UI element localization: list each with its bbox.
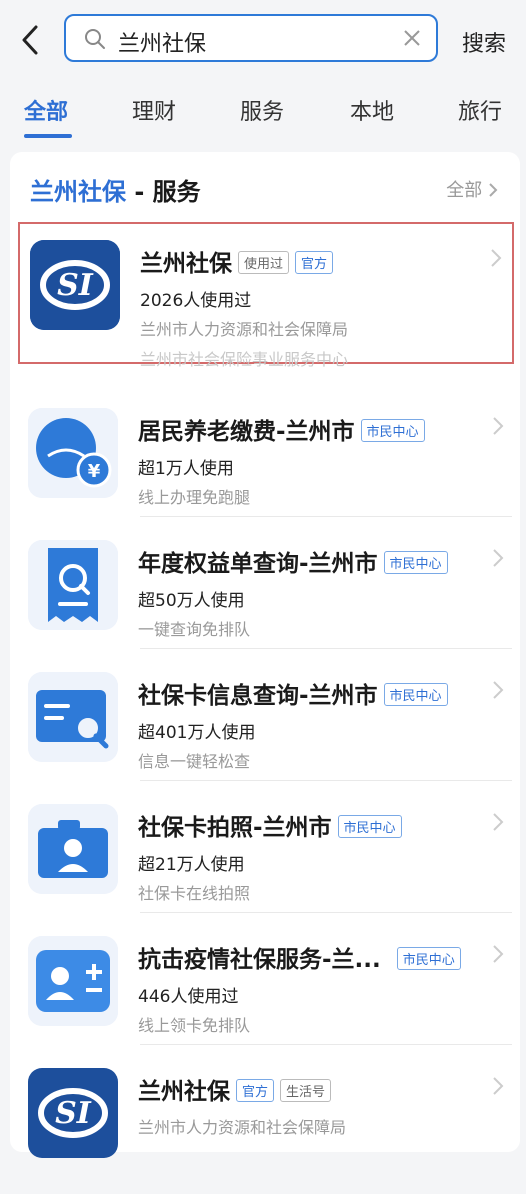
camera-person-icon [28, 804, 118, 894]
citizen-center-badge: 市民中心 [383, 683, 448, 706]
tab-indicator [24, 134, 72, 138]
usage-count: 超1万人使用 [138, 459, 234, 479]
search-button[interactable]: 搜索 [462, 26, 506, 58]
svg-text:SI: SI [55, 1096, 92, 1131]
service-item-epidemic[interactable]: 抗击疫情社保服务-兰... 市民中心 446人使用过 线上领卡免排队 [18, 920, 514, 1062]
results-card: 兰州社保 - 服务 全部 SI 兰州社保 使用过 官方 2026人使用过 兰州市人力… [10, 152, 520, 1158]
chevron-right-icon [493, 549, 504, 567]
service-item-lanzhou-shebao-lifeaccount[interactable]: SI 兰州社保 官方 生活号 兰州市人力资源和社会保障局 [18, 1052, 514, 1194]
service-item-pension[interactable]: ¥ 居民养老缴费-兰州市 市民中心 超1万人使用 线上办理免跑腿 [18, 392, 514, 534]
provider: 兰州市人力资源和社会保障局 [138, 1118, 347, 1137]
si-logo-icon: SI [28, 1068, 118, 1158]
citizen-center-badge: 市民中心 [360, 419, 425, 442]
provider-secondary: 兰州市社会保险事业服务中心 [140, 350, 349, 369]
chevron-left-icon [22, 25, 38, 55]
item-description: 线上领卡免排队 [138, 1016, 251, 1035]
tab-local[interactable]: 本地 [350, 94, 394, 126]
divider [140, 648, 512, 649]
item-description: 信息一键轻松查 [138, 752, 251, 771]
divider [140, 516, 512, 517]
service-item-lanzhou-shebao[interactable]: SI 兰州社保 使用过 官方 2026人使用过 兰州市人力资源和社会保障局 兰州市社… [18, 222, 514, 369]
tab-finance[interactable]: 理财 [132, 94, 176, 126]
chevron-right-icon [493, 945, 504, 963]
divider [140, 780, 512, 781]
service-item-card-photo[interactable]: 社保卡拍照-兰州市 市民中心 超21万人使用 社保卡在线拍照 [18, 788, 514, 930]
see-all-link[interactable]: 全部 [446, 176, 498, 202]
document-search-icon [28, 540, 118, 630]
back-button[interactable] [14, 22, 46, 58]
official-badge: 官方 [295, 251, 334, 274]
provider: 兰州市人力资源和社会保障局 [140, 320, 349, 339]
svg-text:SI: SI [57, 268, 94, 303]
si-logo-icon: SI [30, 240, 120, 330]
search-header: 兰州社保 搜索 [0, 0, 526, 82]
category-tabs: 全部 理财 服务 本地 旅行 [0, 86, 526, 136]
chevron-right-icon [493, 813, 504, 831]
item-title: 社保卡拍照-兰州市 市民中心 [138, 808, 402, 842]
citizen-center-badge: 市民中心 [396, 947, 461, 970]
chevron-right-icon [493, 1077, 504, 1095]
close-icon[interactable] [402, 28, 422, 48]
section-title: 兰州社保 - 服务 [30, 178, 201, 206]
usage-count: 446人使用过 [138, 987, 239, 1007]
usage-count: 超21万人使用 [138, 855, 245, 875]
life-account-badge: 生活号 [280, 1079, 332, 1102]
search-query: 兰州社保 [118, 32, 207, 57]
item-title: 社保卡信息查询-兰州市 市民中心 [138, 676, 448, 710]
tab-all[interactable]: 全部 [24, 94, 68, 126]
item-title: 兰州社保 使用过 官方 [140, 244, 334, 278]
item-title: 居民养老缴费-兰州市 市民中心 [138, 412, 425, 446]
item-title: 抗击疫情社保服务-兰... 市民中心 [138, 940, 461, 974]
item-title: 兰州社保 官方 生活号 [138, 1072, 332, 1106]
usage-count: 超401万人使用 [138, 723, 256, 743]
search-input[interactable]: 兰州社保 [64, 14, 438, 62]
service-item-annual-statement[interactable]: 年度权益单查询-兰州市 市民中心 超50万人使用 一键查询免排队 [18, 524, 514, 666]
divider [140, 1044, 512, 1045]
item-description: 一键查询免排队 [138, 620, 251, 639]
person-plus-icon [28, 936, 118, 1026]
tab-travel[interactable]: 旅行 [458, 94, 502, 126]
chevron-right-icon [493, 417, 504, 435]
chevron-right-icon [489, 183, 498, 197]
search-icon [85, 29, 105, 49]
item-title: 年度权益单查询-兰州市 市民中心 [138, 544, 448, 578]
divider [140, 912, 512, 913]
used-badge: 使用过 [238, 251, 290, 274]
service-item-card-info[interactable]: 社保卡信息查询-兰州市 市民中心 超401万人使用 信息一键轻松查 [18, 656, 514, 798]
usage-count: 超50万人使用 [138, 591, 245, 611]
official-badge: 官方 [236, 1079, 275, 1102]
pension-icon: ¥ [28, 408, 118, 498]
item-description: 社保卡在线拍照 [138, 884, 251, 903]
chevron-right-icon [493, 681, 504, 699]
card-search-icon [28, 672, 118, 762]
item-description: 线上办理免跑腿 [138, 488, 251, 507]
chevron-right-icon [491, 249, 502, 267]
tab-services[interactable]: 服务 [240, 94, 284, 126]
citizen-center-badge: 市民中心 [383, 551, 448, 574]
usage-count: 2026人使用过 [140, 291, 252, 311]
citizen-center-badge: 市民中心 [337, 815, 402, 838]
svg-text:¥: ¥ [88, 461, 101, 482]
